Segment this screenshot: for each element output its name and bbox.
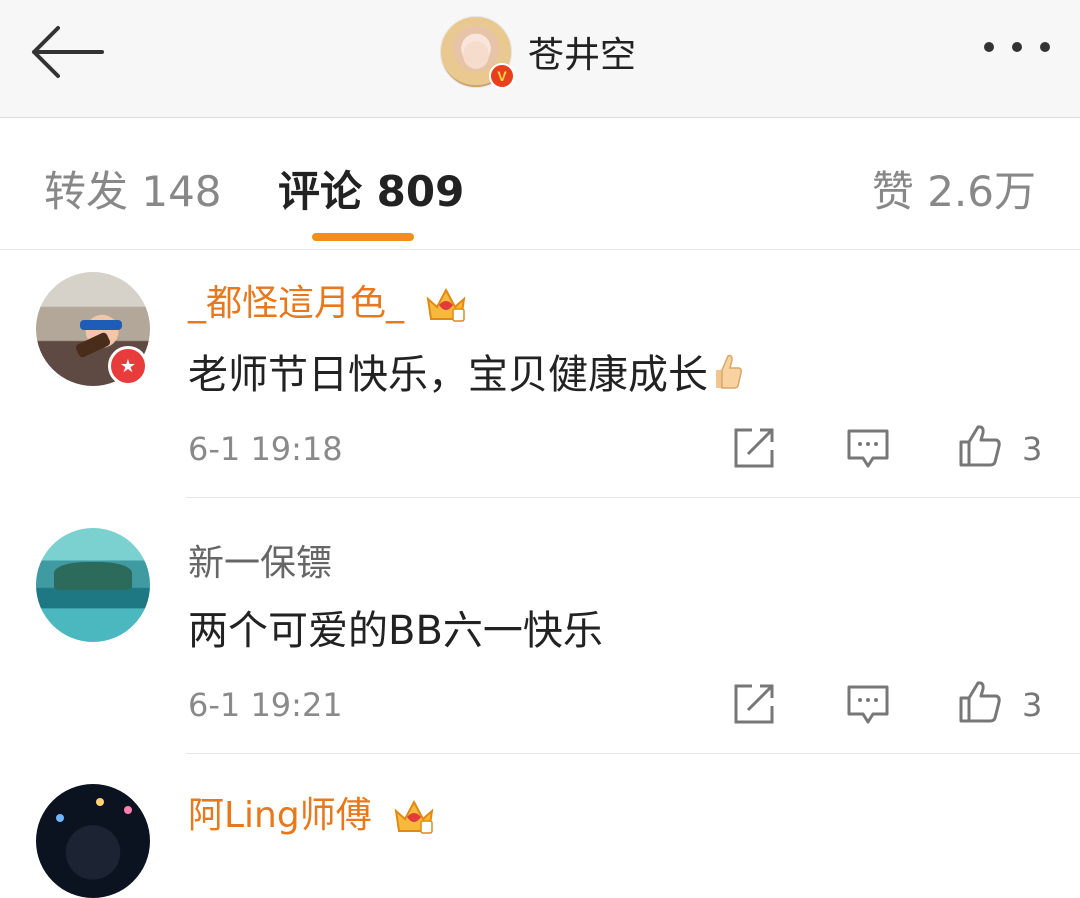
username[interactable]: _都怪這月色_ [188,274,467,326]
comment-text-content: 老师节日快乐，宝贝健康成长 [188,352,708,398]
divider [186,753,1080,754]
comment-time: 6-1 19:21 [188,686,343,724]
like-thumb-icon[interactable] [958,680,1002,724]
page-title: 苍井空 [528,35,637,76]
comment-text: 两个可爱的BB六一快乐 [188,608,603,654]
verified-badge: V [489,63,515,89]
username[interactable]: 新一保镖 [188,534,332,586]
like-count: 3 [1022,686,1043,724]
thumbs-up-emoji-icon [716,354,742,389]
avatar[interactable] [36,784,150,898]
tab-comments[interactable]: 评论 809 [278,158,464,219]
vip-crown-icon [427,287,466,322]
active-tab-indicator [312,233,414,241]
back-arrow-icon[interactable] [28,22,104,82]
profile-title[interactable]: V 苍井空 [440,16,637,89]
comment-text: 老师节日快乐，宝贝健康成长 [188,342,744,400]
username[interactable]: 阿Ling师傅 [188,786,435,838]
top-bar: V 苍井空 [0,0,1080,118]
tab-bar: 转发 148 评论 809 赞 2.6万 [0,118,1080,250]
tab-repost[interactable]: 转发 148 [44,158,222,219]
username-text: _都怪這月色_ [188,283,405,324]
vip-crown-icon [394,799,434,834]
like-count: 3 [1022,430,1043,468]
reply-icon[interactable] [846,682,890,726]
comment-item: 新一保镖 两个可爱的BB六一快乐 6-1 19:21 3 [0,506,1080,754]
comment-item: 阿Ling师傅 [0,762,1080,898]
like-thumb-icon[interactable] [958,424,1002,468]
divider [186,497,1080,498]
username-text: 阿Ling师傅 [188,795,372,836]
avatar[interactable] [36,528,150,642]
verified-badge-icon: ★ [108,346,148,386]
comment-time: 6-1 19:18 [188,430,343,468]
repost-icon[interactable] [732,682,776,726]
tab-likes[interactable]: 赞 2.6万 [872,158,1036,219]
avatar[interactable]: V [440,16,515,89]
more-dots-icon[interactable] [984,42,1050,52]
comment-item: ★ _都怪這月色_ 老师节日快乐，宝贝健康成长 6-1 19:18 3 [0,250,1080,498]
reply-icon[interactable] [846,426,890,470]
repost-icon[interactable] [732,426,776,470]
